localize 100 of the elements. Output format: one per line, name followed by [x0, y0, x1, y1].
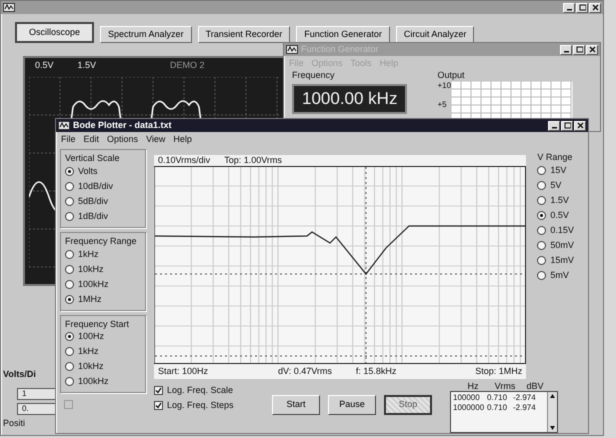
radio-label: 10kHz	[78, 361, 104, 372]
menu-item[interactable]: Options	[107, 134, 138, 144]
radio-label: 5V	[550, 180, 562, 191]
checkbox-label: Log. Freq. Steps	[167, 400, 234, 410]
radio-label: 0.5V	[550, 210, 569, 221]
scope-caption: DEMO 2	[170, 60, 205, 71]
radio-label: 1kHz	[78, 346, 99, 358]
radio-label: 5mV	[550, 270, 569, 281]
close-button[interactable]	[589, 2, 601, 12]
cursor-label: f: 15.8kHz	[356, 366, 396, 377]
radio-label: 1.5V	[550, 194, 569, 206]
radio-button[interactable]	[537, 180, 546, 190]
radio-button[interactable]	[65, 264, 74, 274]
table-cell-text: -2.974	[513, 402, 537, 413]
app-icon	[58, 121, 70, 130]
delta-label: dV: 0.47Vrms	[278, 366, 332, 377]
scroll-up-icon	[548, 392, 557, 400]
table-cell-text: 100000	[453, 393, 481, 403]
radio-label: Volts	[78, 166, 98, 177]
maximize-icon	[576, 46, 582, 53]
maximize-icon	[578, 4, 586, 11]
close-button[interactable]	[586, 44, 598, 54]
radio-label: 50mV	[550, 240, 574, 251]
radio-label: 100kHz	[78, 376, 109, 388]
radio-button[interactable]	[65, 362, 74, 372]
radio-label: 15V	[550, 164, 566, 176]
panel-title: Volts/Di	[3, 369, 37, 380]
maximize-button[interactable]	[576, 2, 588, 12]
radio-button[interactable]	[65, 166, 74, 176]
tab[interactable]: Function Generator	[296, 26, 390, 43]
top-label: Top: 1.00Vrms	[224, 155, 282, 166]
minimize-button[interactable]	[548, 120, 560, 130]
axis-label: +10	[437, 80, 452, 90]
data-list[interactable]: 100000 0.710 -2.974 1000000 0.710 -2.974	[450, 391, 558, 434]
scale-label: 0.10Vrms/div	[158, 155, 210, 166]
column-header: Hz	[466, 380, 480, 392]
close-icon	[576, 122, 584, 129]
radio-button[interactable]	[537, 270, 546, 280]
radio-button[interactable]	[65, 212, 74, 221]
checkbox[interactable]	[154, 400, 163, 410]
close-icon	[592, 4, 598, 11]
radio-button[interactable]	[537, 166, 546, 175]
table-cell-text: -2.974	[513, 393, 537, 403]
radio-button[interactable]	[65, 280, 74, 289]
column-header: Vrms	[494, 380, 516, 392]
maximize-button[interactable]	[573, 44, 585, 54]
menu-item[interactable]: Edit	[84, 134, 100, 144]
action-button[interactable]: Pause	[328, 394, 376, 415]
radio-button[interactable]	[65, 250, 74, 259]
field-label: Frequency	[292, 70, 336, 81]
window-title: Bode Plotter - data1.txt	[73, 120, 172, 131]
maximize-button[interactable]	[561, 120, 573, 130]
tab[interactable]: Spectrum Analyzer	[100, 26, 192, 43]
start-label: Start: 100Hz	[158, 366, 208, 377]
scroll-down-icon	[548, 424, 557, 432]
radio-button[interactable]	[537, 256, 546, 265]
action-button[interactable]: Start	[272, 394, 320, 415]
action-button[interactable]: Stop	[384, 394, 432, 415]
radio-button[interactable]	[65, 377, 74, 386]
channel-label: 1.5V	[78, 60, 96, 71]
menu-item[interactable]: File	[61, 134, 76, 144]
menu-item[interactable]: Help	[173, 134, 192, 144]
frequency-display: 1000.00 kHz	[292, 84, 408, 114]
radio-button[interactable]	[65, 332, 74, 342]
radio-label: 100Hz	[78, 331, 104, 342]
minimize-button[interactable]	[560, 44, 572, 54]
value-field: 1	[17, 388, 57, 400]
radio-button[interactable]	[65, 182, 74, 191]
position-label: Positi	[3, 418, 26, 429]
app-icon	[286, 45, 298, 54]
radio-button[interactable]	[65, 294, 74, 304]
menu-item[interactable]: View	[146, 134, 166, 144]
radio-label: 1dB/div	[78, 210, 108, 222]
radio-button[interactable]	[537, 240, 546, 250]
tab[interactable]: Circuit Analyzer	[396, 26, 474, 43]
radio-button[interactable]	[65, 196, 74, 206]
minimize-button[interactable]	[563, 2, 575, 12]
radio-label: 1kHz	[78, 248, 99, 260]
table-cell-text: 1000000	[453, 402, 486, 413]
radio-button[interactable]	[537, 196, 546, 205]
radio-button[interactable]	[65, 347, 74, 356]
close-button[interactable]	[574, 120, 586, 130]
stop-label: Stop: 1MHz	[475, 366, 522, 377]
tab[interactable]: Oscilloscope	[15, 22, 94, 43]
table-cell-text: 0.710	[487, 393, 508, 403]
checkbox-label: Log. Freq. Scale	[167, 384, 234, 396]
group-title: V Range	[537, 152, 574, 163]
radio-label: 5dB/div	[78, 196, 108, 207]
tab[interactable]: Transient Recorder	[198, 26, 290, 43]
checkbox[interactable]	[154, 386, 163, 395]
radio-label: 0.15V	[550, 224, 574, 236]
radio-label: 1MHz	[78, 294, 102, 304]
radio-label: 15mV	[550, 254, 574, 266]
radio-button[interactable]	[537, 226, 546, 235]
group-title: Vertical Scale	[65, 153, 121, 164]
column-header: dBV	[525, 380, 544, 392]
channel-label: 0.5V	[35, 60, 54, 71]
table-cell-text: 0.710	[487, 402, 508, 413]
radio-button[interactable]	[537, 210, 546, 220]
radio-label: 100kHz	[78, 278, 109, 290]
